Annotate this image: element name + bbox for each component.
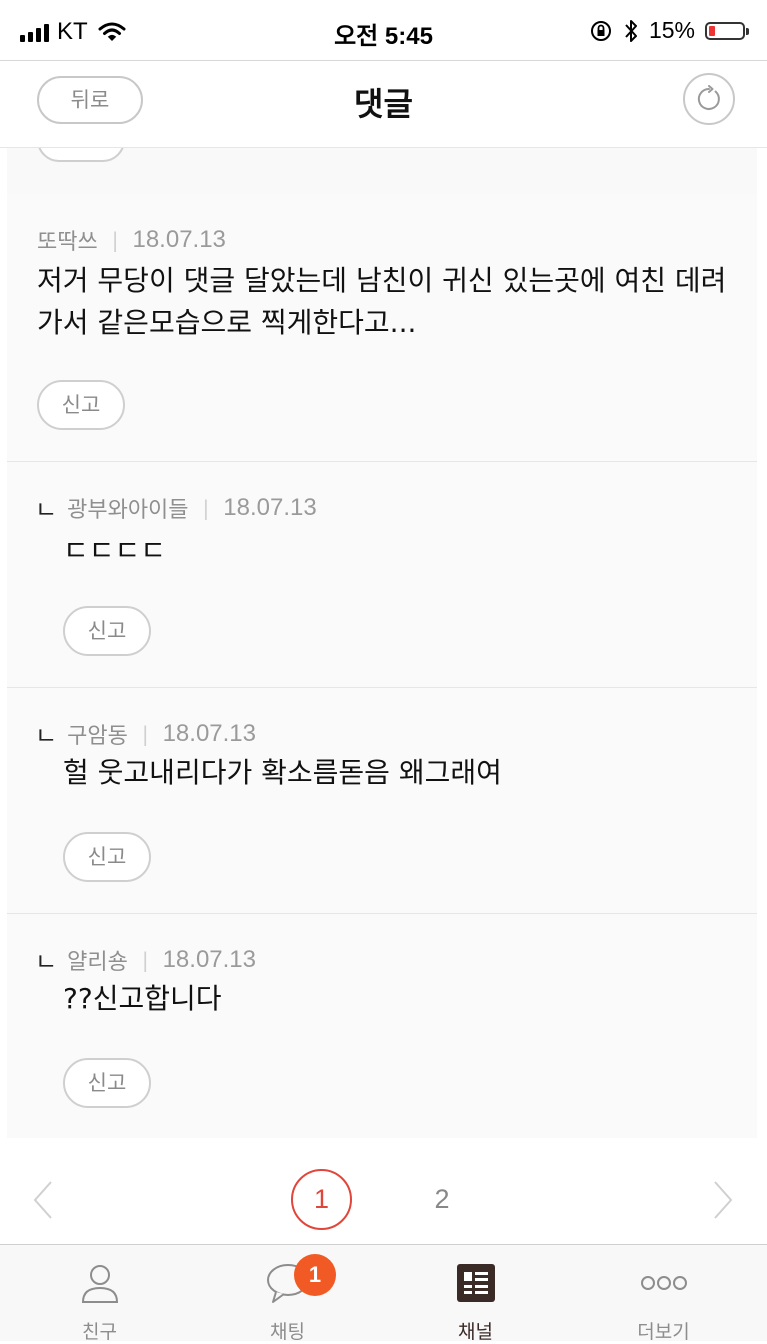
status-bar: KT 오전 5:45 15%	[0, 0, 767, 60]
page-button-current[interactable]: 1	[291, 1169, 352, 1230]
comment-date: 18.07.13	[162, 945, 256, 973]
comment-author[interactable]: 구암동	[67, 718, 128, 750]
comment-meta: 또딱쓰 | 18.07.13	[37, 224, 226, 256]
report-button[interactable]: 신고	[63, 832, 151, 882]
prev-page-button[interactable]	[30, 1180, 56, 1220]
next-page-button[interactable]	[710, 1180, 736, 1220]
chevron-left-icon	[33, 1181, 52, 1219]
battery-percent: 15%	[648, 17, 695, 43]
tab-more[interactable]: 더보기	[568, 1245, 759, 1343]
report-button[interactable]: 신고	[63, 606, 151, 656]
comment-author[interactable]: 또딱쓰	[37, 224, 98, 256]
comment-text: ㄷㄷㄷㄷ	[63, 534, 167, 567]
comment-date: 18.07.13	[132, 226, 226, 253]
tab-chat[interactable]: 채팅	[192, 1245, 383, 1343]
reply-card: ㄴ 얄리숑 | 18.07.13 ??신고합니다 신고	[7, 914, 757, 1140]
comment-meta: ㄴ 구암동 | 18.07.13	[35, 716, 256, 751]
meta-divider: |	[141, 947, 149, 972]
bluetooth-icon	[625, 19, 637, 42]
comment-card: 또딱쓰 | 18.07.13 저거 무당이 댓글 달았는데 남친이 귀신 있는곳…	[7, 194, 757, 462]
status-right: 15%	[589, 17, 749, 44]
comment-list[interactable]: 또딱쓰 | 18.07.13 저거 무당이 댓글 달았는데 남친이 귀신 있는곳…	[0, 148, 767, 1244]
orientation-lock-icon	[590, 20, 611, 41]
page-button[interactable]: 2	[420, 1169, 464, 1230]
reply-indicator: ㄴ	[35, 722, 58, 750]
meta-divider: |	[141, 721, 149, 746]
comment-text: 헐 웃고내리다가 확소름돋음 왜그래여	[63, 756, 502, 789]
battery-icon	[705, 21, 749, 40]
comment-meta: ㄴ 광부와아이들 | 18.07.13	[35, 490, 317, 525]
reply-card: ㄴ 광부와아이들 | 18.07.13 ㄷㄷㄷㄷ 신고	[7, 462, 757, 688]
tab-channel[interactable]: 채널	[380, 1245, 571, 1343]
reply-indicator: ㄴ	[35, 948, 58, 976]
report-button[interactable]: 신고	[37, 380, 125, 430]
meta-divider: |	[202, 495, 210, 520]
comment-text: ??신고합니다	[63, 982, 222, 1015]
more-dots-icon	[640, 1276, 687, 1290]
tab-label: 채널	[458, 1321, 493, 1343]
channel-icon	[456, 1264, 495, 1302]
chevron-right-icon	[714, 1181, 733, 1219]
person-icon	[81, 1265, 118, 1303]
comment-date: 18.07.13	[162, 719, 256, 747]
refresh-button[interactable]	[683, 73, 735, 125]
meta-divider: |	[111, 228, 119, 252]
tab-bar: 친구 채팅 채널 더보기	[0, 1244, 767, 1343]
tab-label: 친구	[82, 1321, 117, 1343]
nav-bar: 뒤로 댓글	[0, 60, 767, 148]
comment-date: 18.07.13	[223, 493, 317, 521]
comment-meta: ㄴ 얄리숑 | 18.07.13	[35, 942, 256, 977]
pagination: 1 2	[0, 1138, 767, 1242]
chat-unread-badge: 1	[294, 1254, 336, 1296]
comment-author[interactable]: 광부와아이들	[67, 492, 188, 524]
tab-friends[interactable]: 친구	[4, 1245, 195, 1343]
previous-comment-partial	[7, 148, 757, 195]
tab-label: 더보기	[637, 1321, 690, 1343]
report-button[interactable]: 신고	[63, 1058, 151, 1108]
refresh-icon	[697, 85, 720, 110]
comment-text: 저거 무당이 댓글 달았는데 남친이 귀신 있는곳에 여친 데려가서 같은모습으…	[37, 264, 727, 339]
reply-card: ㄴ 구암동 | 18.07.13 헐 웃고내리다가 확소름돋음 왜그래여 신고	[7, 688, 757, 914]
page-title: 댓글	[354, 85, 413, 123]
tab-label: 채팅	[270, 1321, 305, 1343]
comment-author[interactable]: 얄리숑	[67, 944, 128, 976]
reply-indicator: ㄴ	[35, 496, 58, 524]
report-button-partial[interactable]	[37, 148, 125, 162]
